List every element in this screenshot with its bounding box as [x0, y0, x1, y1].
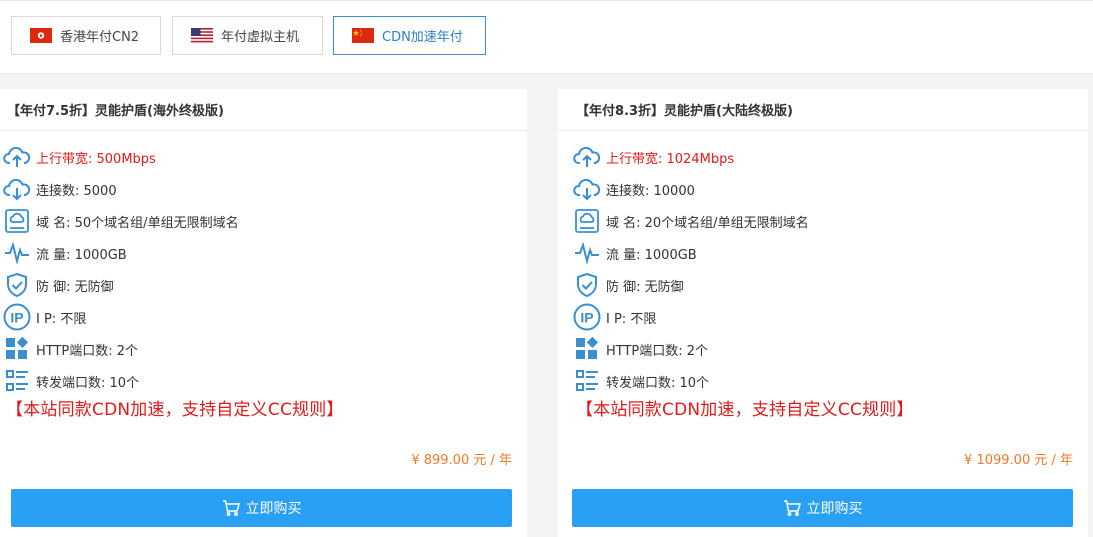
- tab-label: 香港年付CN2: [60, 30, 140, 45]
- shield-check-icon: [3, 271, 31, 299]
- cloud-upload-icon: [573, 143, 601, 171]
- ip-icon: IP: [573, 303, 601, 331]
- svg-text:IP: IP: [10, 310, 23, 326]
- feature-traffic: 流 量: 1000GB: [3, 237, 127, 269]
- product-title: 【年付8.3折】灵能护盾(大陆终极版): [558, 89, 1088, 131]
- us-flag-icon: [191, 28, 213, 43]
- feature-domains: 域 名: 20个域名组/单组无限制域名: [573, 205, 809, 237]
- price: ¥ 1099.00 元 / 年: [964, 453, 1073, 468]
- buy-now-button[interactable]: 立即购买: [11, 489, 512, 527]
- buy-now-label: 立即购买: [245, 501, 302, 517]
- feature-defense: 防 御: 无防御: [3, 269, 114, 301]
- feature-bandwidth: 上行带宽: 1024Mbps: [573, 141, 734, 173]
- region-tab-bar: 香港年付CN2 年付虚拟主机 CDN加速年付: [0, 0, 1093, 74]
- cloud-download-icon: [3, 175, 31, 203]
- feature-ip: IP I P: 不限: [573, 301, 656, 333]
- domain-icon: [573, 207, 601, 235]
- feature-domains: 域 名: 50个域名组/单组无限制域名: [3, 205, 239, 237]
- ip-icon: IP: [3, 303, 31, 331]
- feature-connections: 连接数: 5000: [3, 173, 117, 205]
- list-icon: [3, 367, 31, 395]
- cn-flag-icon: [352, 28, 374, 43]
- apps-icon: [3, 335, 31, 363]
- price: ¥ 899.00 元 / 年: [411, 453, 512, 468]
- tab-label: CDN加速年付: [382, 30, 463, 45]
- tab-annual-virtual-host[interactable]: 年付虚拟主机: [172, 16, 323, 55]
- product-card: 【年付8.3折】灵能护盾(大陆终极版) 上行带宽: 1024Mbps 连接数: …: [558, 89, 1088, 537]
- feature-traffic: 流 量: 1000GB: [573, 237, 697, 269]
- traffic-icon: [573, 239, 601, 267]
- list-icon: [573, 367, 601, 395]
- cart-icon: [783, 500, 801, 516]
- buy-now-button[interactable]: 立即购买: [572, 489, 1073, 527]
- feature-defense: 防 御: 无防御: [573, 269, 684, 301]
- feature-forward-ports: 转发端口数: 10个: [3, 365, 139, 397]
- buy-now-label: 立即购买: [806, 501, 863, 517]
- promo-text: 【本站同款CDN加速，支持自定义CC规则】: [576, 400, 914, 420]
- traffic-icon: [3, 239, 31, 267]
- cart-icon: [222, 500, 240, 516]
- feature-connections: 连接数: 10000: [573, 173, 695, 205]
- tab-cdn-annual[interactable]: CDN加速年付: [333, 16, 486, 55]
- apps-icon: [573, 335, 601, 363]
- cloud-upload-icon: [3, 143, 31, 171]
- feature-bandwidth: 上行带宽: 500Mbps: [3, 141, 156, 173]
- product-title: 【年付7.5折】灵能护盾(海外终极版): [0, 89, 527, 131]
- svg-text:IP: IP: [580, 310, 593, 326]
- feature-http-ports: HTTP端口数: 2个: [573, 333, 708, 365]
- domain-icon: [3, 207, 31, 235]
- product-card: 【年付7.5折】灵能护盾(海外终极版) 上行带宽: 500Mbps 连接数: 5…: [0, 89, 527, 537]
- hk-flag-icon: [30, 28, 52, 43]
- promo-text: 【本站同款CDN加速，支持自定义CC规则】: [6, 400, 344, 420]
- tab-hk-annual-cn2[interactable]: 香港年付CN2: [11, 16, 161, 55]
- feature-http-ports: HTTP端口数: 2个: [3, 333, 138, 365]
- feature-ip: IP I P: 不限: [3, 301, 86, 333]
- cloud-download-icon: [573, 175, 601, 203]
- tab-label: 年付虚拟主机: [221, 30, 300, 45]
- feature-forward-ports: 转发端口数: 10个: [573, 365, 709, 397]
- shield-check-icon: [573, 271, 601, 299]
